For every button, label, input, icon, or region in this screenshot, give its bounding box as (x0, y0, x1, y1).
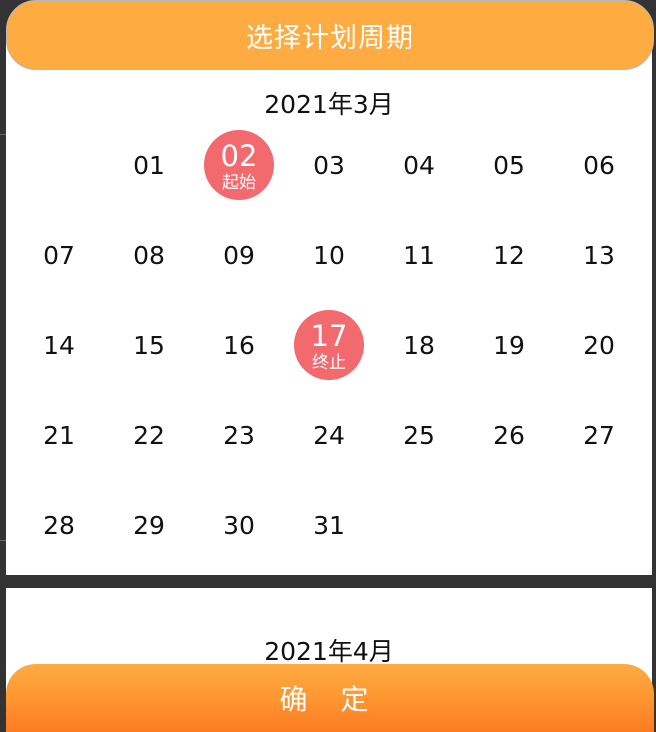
selected-day-marker: 17 终止 (294, 310, 364, 380)
day-cell[interactable]: 07 (14, 210, 104, 300)
day-cell[interactable]: 01 (104, 120, 194, 210)
day-cell[interactable]: 21 (14, 390, 104, 480)
day-number: 21 (43, 420, 75, 450)
day-number: 30 (223, 510, 255, 540)
day-cell[interactable]: 13 (554, 210, 644, 300)
day-cell[interactable]: 19 (464, 300, 554, 390)
day-number: 11 (403, 240, 435, 270)
day-number: 25 (403, 420, 435, 450)
day-number: 14 (43, 330, 75, 360)
selected-day-marker: 02 起始 (204, 130, 274, 200)
confirm-label: 确 定 (279, 683, 381, 716)
day-number: 22 (133, 420, 165, 450)
day-cell[interactable]: 11 (374, 210, 464, 300)
day-number: 07 (43, 240, 75, 270)
day-cell[interactable]: 22 (104, 390, 194, 480)
day-number: 16 (223, 330, 255, 360)
day-number: 27 (583, 420, 615, 450)
day-cell[interactable]: 06 (554, 120, 644, 210)
day-cell[interactable]: 16 (194, 300, 284, 390)
confirm-button[interactable]: 确 定 (6, 664, 654, 732)
day-number: 20 (583, 330, 615, 360)
day-blank (14, 120, 104, 210)
month-card-march: 2021年3月 01 02 起始 03 04 05 06 07 08 09 10 11 12 13 14 15… (6, 40, 652, 575)
day-number: 02 (220, 139, 258, 173)
picker-title-bar: 选择计划周期 (6, 0, 654, 70)
day-number: 09 (223, 240, 255, 270)
day-cell[interactable]: 14 (14, 300, 104, 390)
day-cell[interactable]: 20 (554, 300, 644, 390)
day-cell[interactable]: 25 (374, 390, 464, 480)
day-number: 06 (583, 150, 615, 180)
day-cell[interactable]: 24 (284, 390, 374, 480)
day-number: 15 (133, 330, 165, 360)
day-range-end[interactable]: 17 终止 (284, 300, 374, 390)
day-number: 29 (133, 510, 165, 540)
day-number: 26 (493, 420, 525, 450)
range-tag: 起始 (222, 173, 256, 193)
day-cell[interactable]: 23 (194, 390, 284, 480)
day-cell[interactable]: 15 (104, 300, 194, 390)
day-cell[interactable]: 12 (464, 210, 554, 300)
day-range-start[interactable]: 02 起始 (194, 120, 284, 210)
day-number: 18 (403, 330, 435, 360)
day-number: 28 (43, 510, 75, 540)
day-cell[interactable]: 05 (464, 120, 554, 210)
day-cell[interactable]: 10 (284, 210, 374, 300)
day-number: 08 (133, 240, 165, 270)
day-number: 10 (313, 240, 345, 270)
day-grid: 01 02 起始 03 04 05 06 07 08 09 10 11 12 13 14 15 16 17 终止 18… (14, 120, 644, 570)
day-cell[interactable]: 30 (194, 480, 284, 570)
picker-title: 选择计划周期 (246, 22, 414, 54)
day-number: 19 (493, 330, 525, 360)
day-cell[interactable]: 31 (284, 480, 374, 570)
day-number: 24 (313, 420, 345, 450)
day-cell[interactable]: 26 (464, 390, 554, 480)
day-cell[interactable]: 08 (104, 210, 194, 300)
month-title: 2021年4月 (264, 637, 394, 666)
day-number: 01 (133, 150, 165, 180)
day-cell[interactable]: 03 (284, 120, 374, 210)
day-number: 04 (403, 150, 435, 180)
range-tag: 终止 (312, 353, 346, 373)
day-number: 23 (223, 420, 255, 450)
day-cell[interactable]: 27 (554, 390, 644, 480)
day-number: 05 (493, 150, 525, 180)
day-cell[interactable]: 09 (194, 210, 284, 300)
day-cell[interactable]: 18 (374, 300, 464, 390)
day-cell[interactable]: 28 (14, 480, 104, 570)
day-cell[interactable]: 04 (374, 120, 464, 210)
day-number: 03 (313, 150, 345, 180)
day-number: 12 (493, 240, 525, 270)
day-cell[interactable]: 29 (104, 480, 194, 570)
day-number: 17 (310, 319, 348, 353)
day-number: 13 (583, 240, 615, 270)
day-number: 31 (313, 510, 345, 540)
month-title: 2021年3月 (264, 90, 394, 119)
